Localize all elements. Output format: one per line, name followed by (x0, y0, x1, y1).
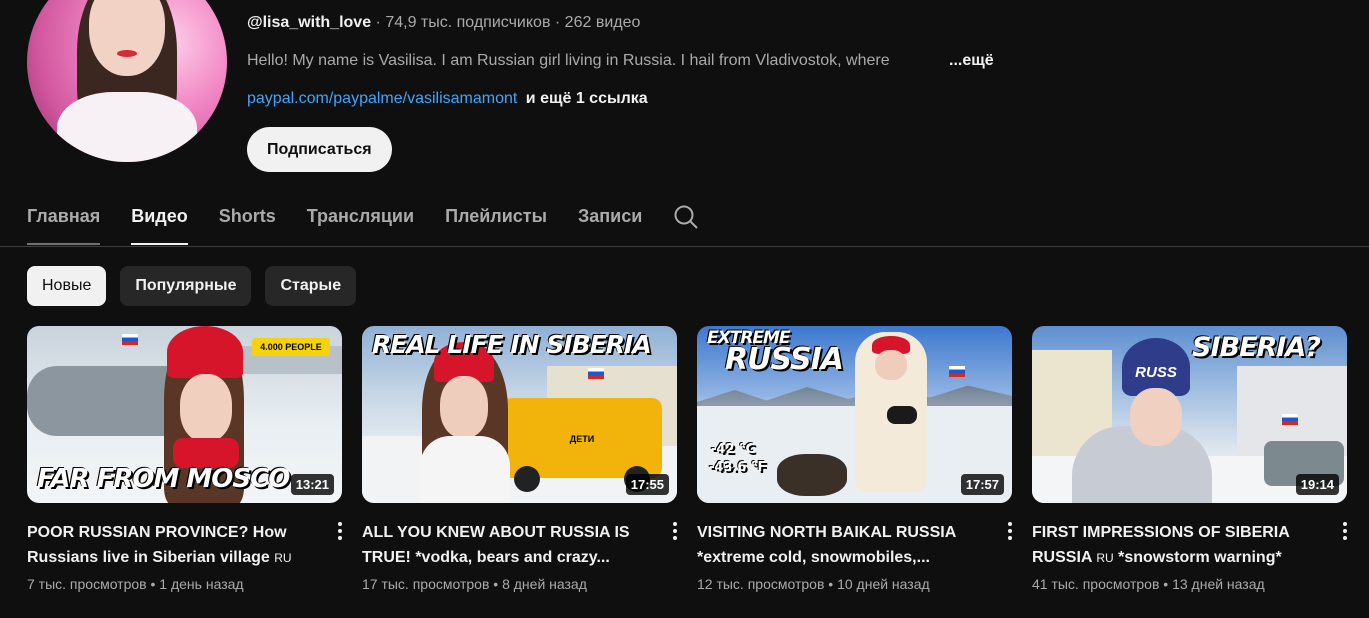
video-thumbnail[interactable]: RUSS SIBERIA? 19:14 (1032, 326, 1347, 503)
tab-live[interactable]: Трансляции (307, 190, 414, 245)
chip-oldest[interactable]: Старые (265, 266, 357, 306)
thumbnail-temp-c: -42 °C (711, 442, 756, 457)
video-duration: 17:55 (625, 474, 669, 495)
dog-shape (777, 454, 847, 496)
russian-flag-icon (1282, 414, 1298, 425)
subscriber-count: · 74,9 тыс. подписчиков (375, 14, 551, 31)
tab-videos[interactable]: Видео (131, 190, 188, 245)
video-duration: 19:14 (1295, 474, 1339, 495)
thumbnail-text: REAL LIFE IN SIBERIA (372, 330, 652, 359)
video-grid: 4.000 PEOPLE FAR FROM MOSCO 13:21 POOR R… (27, 326, 1347, 592)
language-tag: RU (274, 551, 292, 565)
video-duration: 13:21 (290, 474, 334, 495)
tab-shorts[interactable]: Shorts (219, 190, 276, 245)
video-stats: 41 тыс. просмотров • 13 дней назад (1032, 576, 1265, 592)
channel-link[interactable]: paypal.com/paypalme/vasilisamamont (247, 90, 517, 107)
description-more-button[interactable]: ...ещё (949, 52, 994, 74)
video-card[interactable]: RUSS SIBERIA? 19:14 FIRST IMPRESSIONS OF… (1032, 326, 1347, 592)
tab-posts[interactable]: Записи (578, 190, 642, 245)
more-links-button[interactable]: и ещё 1 ссылка (526, 90, 648, 107)
more-options-icon[interactable] (652, 520, 677, 592)
video-count: · 262 видео (554, 14, 641, 31)
more-options-icon[interactable] (1322, 520, 1347, 592)
search-icon[interactable] (673, 190, 699, 245)
avatar-lips (117, 50, 137, 57)
red-hat-shape (167, 326, 243, 378)
person-face-shape (1130, 388, 1182, 446)
person-face-shape (440, 376, 488, 438)
more-options-icon[interactable] (317, 520, 342, 592)
channel-handle: @lisa_with_love (247, 14, 372, 31)
thumbnail-temp-f: -43.6 °F (709, 460, 767, 475)
channel-description-text: Hello! My name is Vasilisa. I am Russian… (247, 52, 890, 69)
russian-flag-icon (122, 334, 138, 345)
video-duration: 17:57 (960, 474, 1004, 495)
tab-playlists[interactable]: Плейлисты (445, 190, 547, 245)
channel-stats-line: @lisa_with_love · 74,9 тыс. подписчиков … (247, 14, 994, 36)
channel-tabs: Главная Видео Shorts Трансляции Плейлист… (27, 190, 730, 246)
russian-flag-icon (588, 368, 604, 379)
channel-description[interactable]: Hello! My name is Vasilisa. I am Russian… (247, 52, 994, 74)
white-coat-shape (420, 436, 510, 503)
more-options-icon[interactable] (987, 520, 1012, 592)
channel-info: @lisa_with_love · 74,9 тыс. подписчиков … (247, 14, 994, 112)
language-tag: RU (1096, 551, 1114, 565)
tabs-divider (0, 246, 1369, 247)
person-face-shape (875, 350, 907, 380)
video-stats: 7 тыс. просмотров • 1 день назад (27, 576, 244, 592)
video-card[interactable]: 4.000 PEOPLE FAR FROM MOSCO 13:21 POOR R… (27, 326, 342, 592)
video-stats: 17 тыс. просмотров • 8 дней назад (362, 576, 587, 592)
video-card[interactable]: ДЕТИ REAL LIFE IN SIBERIA 17:55 ALL YOU … (362, 326, 677, 592)
video-title[interactable]: POOR RUSSIAN PROVINCE? How Russians live… (27, 520, 317, 570)
thumbnail-badge: 4.000 PEOPLE (252, 338, 330, 356)
channel-links: paypal.com/paypalme/vasilisamamont и ещё… (247, 90, 994, 112)
black-glove-shape (887, 406, 917, 424)
video-thumbnail[interactable]: ДЕТИ REAL LIFE IN SIBERIA 17:55 (362, 326, 677, 503)
tab-home[interactable]: Главная (27, 190, 101, 245)
video-card[interactable]: EXTREME RUSSIA -42 °C -43.6 °F 17:57 VIS… (697, 326, 1012, 592)
video-stats: 12 тыс. просмотров • 10 дней назад (697, 576, 930, 592)
sort-chips: Новые Популярные Старые (27, 266, 357, 306)
channel-avatar[interactable] (27, 0, 227, 162)
video-thumbnail[interactable]: EXTREME RUSSIA -42 °C -43.6 °F 17:57 (697, 326, 1012, 503)
video-title[interactable]: VISITING NORTH BAIKAL RUSSIA *extreme co… (697, 520, 987, 570)
video-title[interactable]: FIRST IMPRESSIONS OF SIBERIA RUSSIA RU *… (1032, 520, 1322, 570)
bus-wheel-shape (514, 466, 540, 492)
subscribe-button[interactable]: Подписаться (247, 127, 392, 172)
thumbnail-text: FAR FROM MOSCO (37, 464, 290, 494)
chip-popular[interactable]: Популярные (120, 266, 252, 306)
video-thumbnail[interactable]: 4.000 PEOPLE FAR FROM MOSCO 13:21 (27, 326, 342, 503)
russian-flag-icon (949, 366, 965, 377)
chip-newest[interactable]: Новые (27, 266, 107, 306)
avatar-shirt (57, 92, 197, 162)
thumbnail-text: SIBERIA? (1192, 332, 1321, 363)
thumbnail-text-main: RUSSIA (725, 342, 844, 377)
plane-shape (27, 366, 187, 436)
video-title[interactable]: ALL YOU KNEW ABOUT RUSSIA IS TRUE! *vodk… (362, 520, 652, 570)
person-face-shape (180, 374, 232, 442)
